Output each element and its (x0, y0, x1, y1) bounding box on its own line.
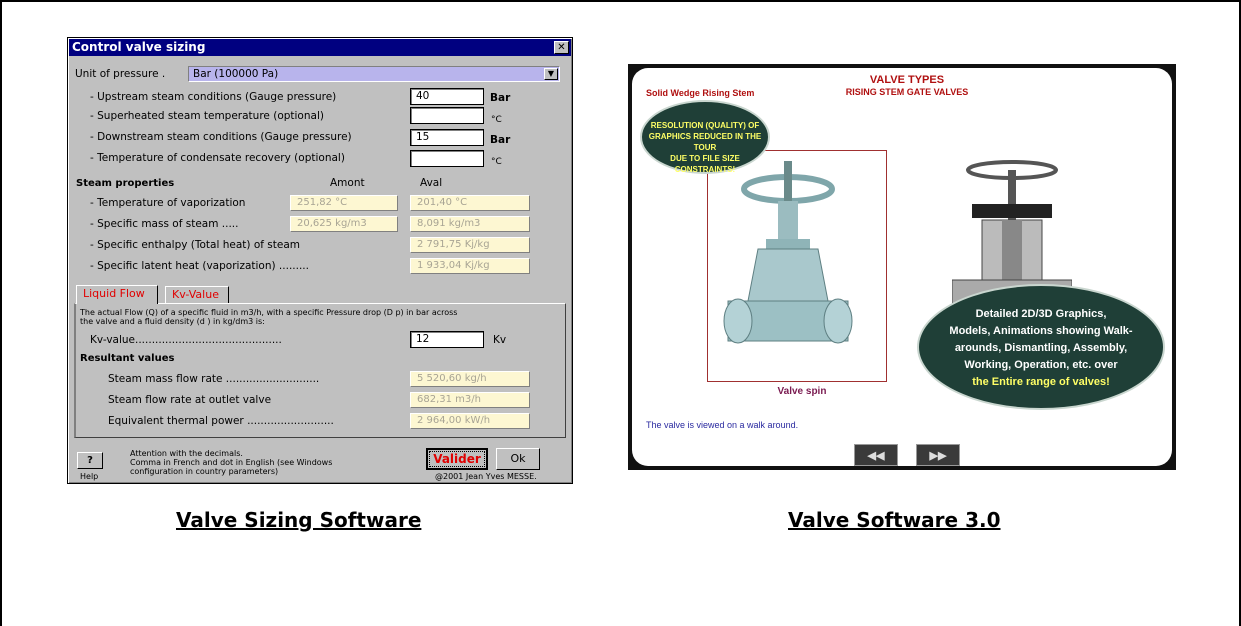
right-caption: Valve Software 3.0 (788, 508, 1001, 532)
downstream-pressure-label: - Downstream steam conditions (Gauge pre… (90, 131, 352, 143)
resultant-values-heading: Resultant values (80, 353, 175, 364)
validate-button-label: Valider (429, 451, 485, 467)
vaporization-temp-aval: 201,40 °C (410, 195, 530, 211)
note-line-2: Comma in French and dot in English (see … (130, 458, 333, 467)
help-button[interactable]: ? (77, 452, 103, 469)
aval-column-header: Aval (420, 177, 443, 189)
help-label: Help (80, 472, 99, 481)
ok-button[interactable]: Ok (496, 448, 540, 470)
thermal-power-label: Equivalent thermal power ...............… (108, 415, 334, 427)
valve-image-frame (707, 150, 887, 382)
kv-value-input[interactable]: 12 (410, 331, 484, 348)
upstream-pressure-label: - Upstream steam conditions (Gauge press… (90, 91, 337, 103)
dialog-titlebar: Control valve sizing ✕ (69, 39, 571, 56)
kv-value-label: Kv-value................................… (90, 334, 282, 346)
outlet-flow-rate-label: Steam flow rate at outlet valve (108, 394, 272, 406)
walk-around-text: The valve is viewed on a walk around. (646, 420, 799, 430)
condensate-temp-input[interactable] (410, 150, 484, 167)
unit-of-pressure-value: Bar (100000 Pa) (193, 68, 279, 80)
valve-tour-window: VALVE TYPES RISING STEM GATE VALVES Soli… (632, 68, 1172, 466)
kv-unit: Kv (493, 334, 507, 346)
vaporization-temp-label: - Temperature of vaporization (90, 197, 246, 209)
superheated-temp-unit: °C (491, 115, 502, 125)
notice-line-3: DUE TO FILE SIZE CONSTRAINTS! (670, 154, 740, 174)
tab-kv-value[interactable]: Kv-Value (165, 286, 229, 304)
superheated-temp-label: - Superheated steam temperature (optiona… (90, 110, 324, 122)
help-icon: ? (87, 455, 93, 466)
promo-bubble: Detailed 2D/3D Graphics, Models, Animati… (917, 284, 1165, 410)
downstream-pressure-input[interactable]: 15 (410, 129, 484, 146)
valve-types-title: VALVE TYPES (869, 74, 945, 86)
specific-mass-amont: 20,625 kg/m3 (290, 216, 398, 232)
promo-line-4: Working, Operation, etc. over (964, 359, 1118, 371)
notice-line-2: GRAPHICS REDUCED IN THE TOUR (648, 132, 762, 152)
specific-enthalpy-label: - Specific enthalpy (Total heat) of stea… (90, 239, 301, 251)
mass-flow-rate-label: Steam mass flow rate ...................… (108, 373, 320, 385)
notice-line-1: RESOLUTION (QUALITY) OF (650, 121, 760, 130)
outlet-flow-rate-value: 682,31 m3/h (410, 392, 530, 408)
steam-properties-heading: Steam properties (76, 178, 175, 189)
previous-button[interactable]: ◀◀ (854, 444, 898, 466)
note-line-1: Attention with the decimals. (130, 449, 243, 458)
unit-of-pressure-label: Unit of pressure . (75, 68, 166, 80)
thermal-power-value: 2 964,00 kW/h (410, 413, 530, 429)
latent-heat-label: - Specific latent heat (vaporization) ..… (90, 260, 309, 272)
gate-valve-illustration (723, 161, 853, 344)
valve-spin-label: Valve spin (777, 386, 827, 397)
specific-mass-aval: 8,091 kg/m3 (410, 216, 530, 232)
downstream-pressure-unit: Bar (490, 134, 511, 146)
control-valve-sizing-dialog: Control valve sizing ✕ Unit of pressure … (67, 37, 573, 484)
condensate-temp-unit: °C (491, 157, 502, 167)
close-icon: ✕ (557, 42, 566, 53)
valve-tour-screenshot: VALVE TYPES RISING STEM GATE VALVES Soli… (628, 64, 1176, 470)
promo-line-1: Detailed 2D/3D Graphics, (975, 308, 1107, 320)
unit-of-pressure-select[interactable]: Bar (100000 Pa) ▼ (188, 66, 560, 82)
superheated-temp-input[interactable] (410, 107, 484, 124)
solid-wedge-label: Solid Wedge Rising Stem (646, 88, 755, 98)
rising-stem-subtitle: RISING STEM GATE VALVES (845, 87, 969, 97)
specific-mass-label: - Specific mass of steam ..... (90, 218, 239, 230)
specific-enthalpy-aval: 2 791,75 Kj/kg (410, 237, 530, 253)
copyright-text: @2001 Jean Yves MESSE. (435, 472, 537, 481)
close-button[interactable]: ✕ (554, 41, 569, 54)
validate-button[interactable]: Valider (426, 448, 488, 470)
note-line-3: configuration in country parameters) (130, 467, 279, 476)
description-line-2: the valve and a fluid density (d ) in kg… (80, 317, 265, 326)
resolution-notice-bubble: RESOLUTION (QUALITY) OF GRAPHICS REDUCED… (640, 100, 770, 174)
promo-line-5: the Entire range of valves! (972, 376, 1110, 388)
fast-forward-icon: ▶▶ (929, 450, 947, 462)
rewind-icon: ◀◀ (867, 450, 885, 462)
description-line-1: The actual Flow (Q) of a specific fluid … (80, 308, 458, 317)
dialog-title: Control valve sizing (72, 40, 206, 54)
mass-flow-rate-value: 5 520,60 kg/h (410, 371, 530, 387)
promo-line-2: Models, Animations showing Walk- (949, 325, 1133, 337)
tab-liquid-flow[interactable]: Liquid Flow (76, 285, 158, 304)
promo-line-3: arounds, Dismantling, Assembly, (954, 342, 1128, 354)
upstream-pressure-input[interactable]: 40 (410, 88, 484, 105)
left-caption: Valve Sizing Software (176, 508, 422, 532)
condensate-temp-label: - Temperature of condensate recovery (op… (90, 152, 345, 164)
next-button[interactable]: ▶▶ (916, 444, 960, 466)
chevron-down-icon[interactable]: ▼ (544, 68, 558, 80)
amont-column-header: Amont (330, 177, 365, 189)
latent-heat-aval: 1 933,04 Kj/kg (410, 258, 530, 274)
upstream-pressure-unit: Bar (490, 92, 511, 104)
vaporization-temp-amont: 251,82 °C (290, 195, 398, 211)
